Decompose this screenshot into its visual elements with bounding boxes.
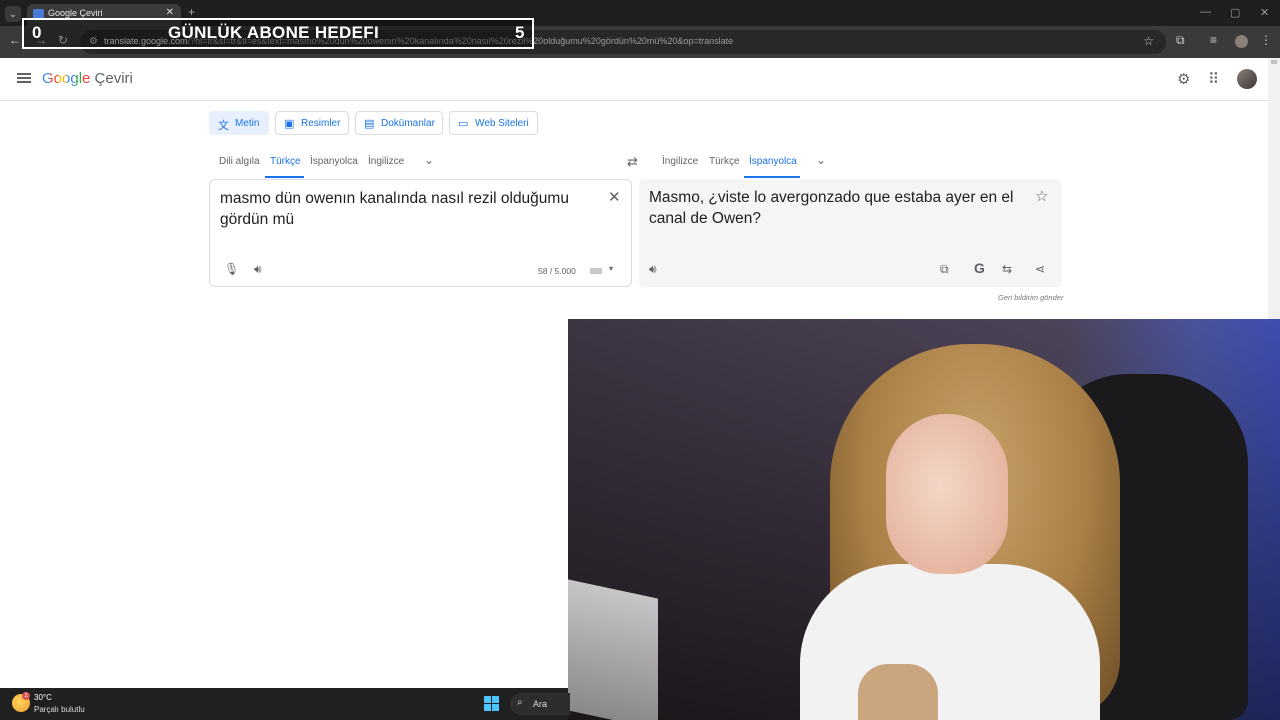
extensions-icon[interactable]: ⧉ (1176, 33, 1185, 48)
goal-current-count: 0 (32, 23, 42, 42)
target-lang-spanish[interactable]: İspanyolca (749, 156, 797, 167)
keyboard-icon[interactable] (590, 268, 602, 274)
tab-title: Google Çeviri (48, 8, 103, 18)
keyboard-chevron-icon[interactable]: ▾ (609, 264, 613, 273)
settings-gear-icon[interactable]: ⚙ (1177, 70, 1190, 88)
google-search-icon[interactable]: G (974, 260, 985, 276)
target-lang-more-chevron-icon[interactable]: ⌄ (816, 153, 826, 167)
website-icon: ▭ (458, 118, 469, 130)
maximize-icon[interactable]: ▢ (1230, 6, 1240, 19)
image-icon: ▣ (284, 118, 295, 130)
goal-target-count: 5 (515, 23, 525, 42)
browser-menu-icon[interactable]: ⋮ (1260, 33, 1272, 47)
apps-grid-icon[interactable]: ⠿ (1208, 70, 1219, 88)
scrollbar-arrow-icon[interactable] (1271, 60, 1277, 64)
windows-start-icon[interactable] (484, 696, 500, 712)
translation-text: Masmo, ¿viste lo avergonzado que estaba … (649, 189, 1014, 227)
streamer-shirt (800, 564, 1100, 720)
weather-description[interactable]: Parçalı bulutlu (34, 705, 85, 714)
source-lang-underline (265, 176, 304, 178)
weather-temperature[interactable]: 30°C (34, 693, 52, 702)
goal-title: GÜNLÜK ABONE HEDEFI (168, 23, 379, 42)
tab-close-icon[interactable]: ✕ (166, 7, 174, 18)
save-translation-star-icon[interactable]: ☆ (1035, 187, 1048, 205)
document-icon: ▤ (364, 118, 375, 130)
copy-translation-icon[interactable]: ⧉ (940, 262, 949, 277)
microphone-icon[interactable]: 🎙︎ (224, 262, 239, 276)
search-icon: ⌕ (517, 697, 523, 708)
mode-tab-images[interactable]: ▣ Resimler (275, 111, 349, 135)
source-lang-more-chevron-icon[interactable]: ⌄ (424, 153, 434, 167)
tab-search-chevron-icon[interactable]: ⌄ (5, 6, 21, 22)
source-lang-spanish[interactable]: İspanyolca (310, 156, 358, 167)
new-tab-button[interactable]: + (188, 5, 195, 19)
webcam-desk (568, 579, 658, 720)
taskbar-search-label: Ara (533, 699, 548, 709)
webcam-overlay (568, 319, 1280, 720)
target-lang-english[interactable]: İngilizce (662, 156, 698, 167)
profile-avatar[interactable] (1235, 35, 1248, 48)
subscriber-goal-overlay: 0 GÜNLÜK ABONE HEDEFI 5 (22, 18, 534, 49)
logo-google: Google (42, 70, 91, 87)
logo-product: Çeviri (94, 70, 133, 87)
share-translation-icon[interactable]: ⋖ (1035, 262, 1045, 276)
target-lang-underline (744, 176, 800, 178)
translate-icon: 文 (218, 120, 229, 132)
source-text-panel: masmo dün owenın kanalında nasıl rezil o… (209, 179, 632, 287)
mode-tab-websites[interactable]: ▭ Web Siteleri (449, 111, 538, 135)
taskbar-search[interactable]: ⌕ Ara (510, 693, 570, 715)
clear-text-icon[interactable]: ✕ (608, 188, 621, 206)
close-window-icon[interactable]: ✕ (1260, 6, 1269, 19)
translate-header: Google Çeviri ⚙ ⠿ (0, 58, 1268, 101)
translation-listen-speaker-icon[interactable]: 🔊︎ (649, 262, 657, 277)
drink-cup (858, 664, 938, 720)
source-lang-english[interactable]: İngilizce (368, 156, 404, 167)
source-text-input[interactable]: masmo dün owenın kanalında nasıl rezil o… (220, 188, 590, 230)
mode-tab-text[interactable]: 文 Metin (209, 111, 269, 135)
windows-taskbar: 1 30°C Parçalı bulutlu ⌕ Ara (0, 688, 570, 720)
mode-tab-documents[interactable]: ▤ Dokümanlar (355, 111, 443, 135)
rate-translation-icon[interactable]: ⇆ (1002, 262, 1012, 276)
translation-panel: Masmo, ¿viste lo avergonzado que estaba … (639, 179, 1062, 287)
minimize-icon[interactable]: — (1200, 6, 1211, 18)
send-feedback-link[interactable]: Geri bildirim gönder (998, 293, 1063, 302)
media-control-icon[interactable]: ≡ (1210, 33, 1217, 47)
account-avatar[interactable] (1237, 69, 1257, 89)
source-listen-speaker-icon[interactable]: 🔊︎ (254, 262, 262, 277)
target-lang-turkish[interactable]: Türkçe (709, 156, 740, 167)
back-icon[interactable]: ← (9, 33, 21, 47)
source-lang-turkish[interactable]: Türkçe (270, 156, 301, 167)
weather-notification-badge: 1 (22, 692, 30, 700)
main-menu-icon[interactable] (17, 73, 31, 83)
google-translate-logo[interactable]: Google Çeviri (42, 70, 133, 87)
streamer-face (886, 414, 1008, 574)
bookmark-star-icon[interactable]: ☆ (1143, 34, 1154, 48)
swap-languages-icon[interactable]: ⇄ (627, 154, 638, 170)
character-count: 58 / 5.000 (538, 266, 576, 276)
source-lang-detect[interactable]: Dili algıla (219, 156, 260, 167)
